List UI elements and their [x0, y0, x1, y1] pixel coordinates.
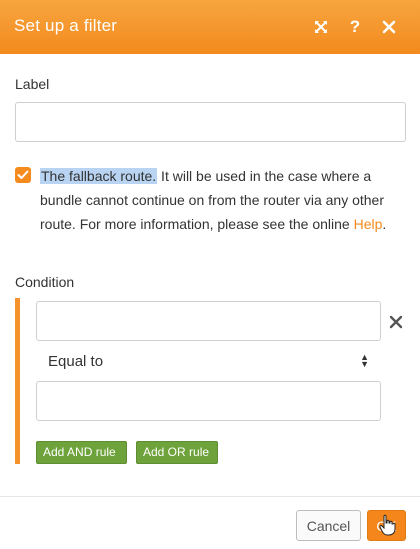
add-and-rule-button[interactable]: Add AND rule	[36, 441, 127, 464]
fallback-text-end: .	[382, 216, 387, 232]
help-link[interactable]: Help	[354, 216, 383, 232]
header-icons: ?	[304, 14, 406, 40]
expand-icon-svg	[315, 21, 327, 33]
help-icon[interactable]: ?	[338, 14, 372, 40]
label-heading: Label	[15, 76, 50, 92]
footer-divider	[0, 496, 420, 497]
filter-dialog: Set up a filter ? Label The fallback rou…	[0, 0, 420, 549]
dialog-header: Set up a filter ?	[0, 0, 420, 54]
label-input[interactable]	[15, 102, 406, 142]
second-operand-input[interactable]	[36, 381, 381, 421]
close-icon[interactable]	[372, 14, 406, 40]
fallback-route-highlight: The fallback route.	[40, 168, 158, 184]
dialog-title: Set up a filter	[14, 16, 118, 35]
remove-condition-icon[interactable]	[387, 314, 405, 332]
checkmark-icon	[17, 170, 29, 179]
operator-select[interactable]: Equal to ▲ ▼	[36, 344, 381, 378]
fallback-description: The fallback route. It will be used in t…	[40, 164, 400, 236]
cancel-button[interactable]: Cancel	[296, 510, 361, 541]
fallback-checkbox[interactable]	[15, 167, 31, 183]
condition-heading: Condition	[15, 274, 75, 290]
hand-cursor-icon	[379, 514, 396, 536]
add-or-rule-button[interactable]: Add OR rule	[136, 441, 218, 464]
first-operand-input[interactable]	[36, 301, 381, 341]
condition-group-bar	[15, 298, 20, 464]
operator-value: Equal to	[48, 352, 104, 370]
expand-icon[interactable]	[304, 14, 338, 40]
select-arrows-icon: ▲ ▼	[360, 352, 369, 369]
remove-x-svg	[389, 315, 403, 329]
close-icon-svg	[382, 20, 396, 34]
